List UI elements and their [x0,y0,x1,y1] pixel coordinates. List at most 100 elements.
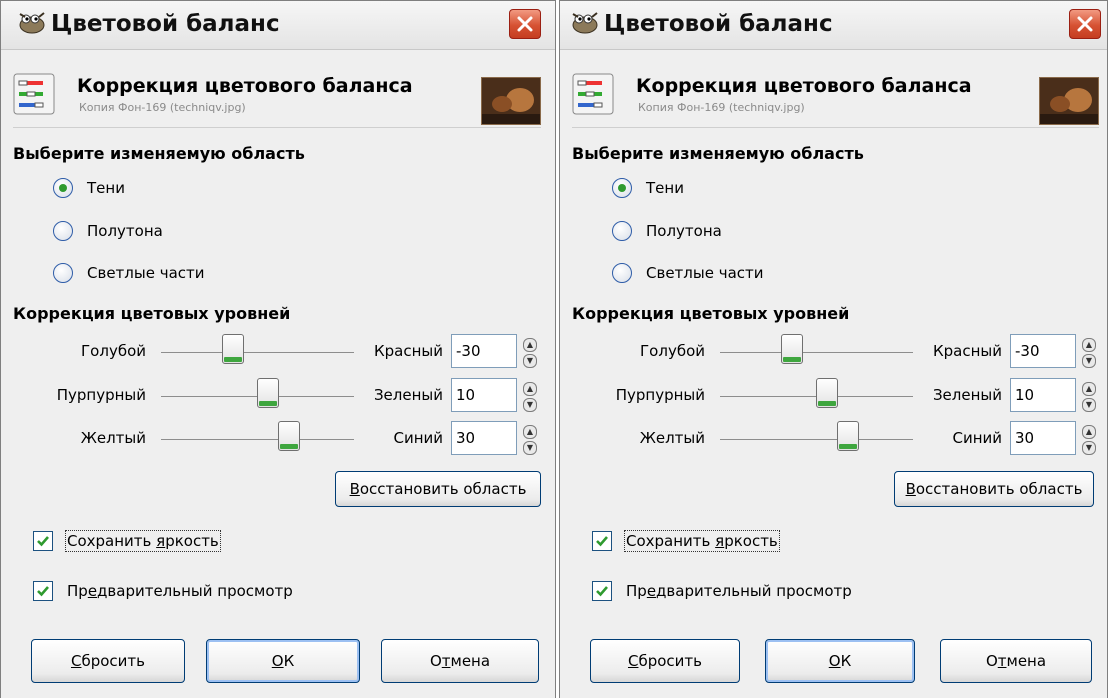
ok-button[interactable]: ОК [765,639,915,683]
close-button[interactable] [509,9,541,39]
radio-label: Полутона [646,222,722,240]
spin-down-icon[interactable]: ▼ [523,441,537,455]
radio-button[interactable] [53,221,73,241]
radio-button[interactable] [53,178,73,198]
level-left-label: Желтый [80,429,146,447]
reset-button[interactable]: Сбросить [31,639,185,683]
spin-down-icon[interactable]: ▼ [1082,398,1096,412]
level-value-input[interactable] [451,421,517,455]
header-title: Коррекция цветового баланса [77,75,413,97]
slider-handle[interactable] [222,334,244,364]
slider-track[interactable] [720,352,913,353]
level-value-input[interactable] [1010,378,1076,412]
slider-handle[interactable] [278,421,300,451]
cancel-button[interactable]: Отмена [940,639,1092,683]
level-value-input[interactable] [451,334,517,368]
level-left-label: Желтый [639,429,705,447]
dialog-header: Коррекция цветового баланса Копия Фон-16… [572,67,1099,128]
window-title: Цветовой баланс [604,11,833,37]
spin-down-icon[interactable]: ▼ [1082,354,1096,368]
cancel-button[interactable]: Отмена [381,639,539,683]
spin-buttons[interactable]: ▲ ▼ [1082,425,1096,455]
mnemonic: т [997,652,1007,670]
checkbox[interactable] [33,531,53,551]
section-levels-label: Коррекция цветовых уровней [13,304,291,323]
spin-up-icon[interactable]: ▲ [1082,425,1096,439]
button-label: мена [450,652,491,670]
level-left-label: Пурпурный [615,386,705,404]
spin-buttons[interactable]: ▲ ▼ [1082,382,1096,412]
close-button[interactable] [1069,9,1101,39]
slider-track[interactable] [161,352,354,353]
level-right-label: Синий [952,429,1002,447]
wilber-icon [572,12,598,34]
wilber-icon [19,12,45,34]
mnemonic: О [271,652,284,670]
radio-button[interactable] [612,263,632,283]
level-value-input[interactable] [1010,421,1076,455]
level-right-label: Красный [373,342,443,360]
level-right-label: Красный [932,342,1002,360]
label-part: дварительный просмотр [97,582,293,600]
image-thumbnail [481,77,541,125]
radio-label: Полутона [87,222,163,240]
level-row-cyan-red: Голубой Красный ▲▼ [1,334,555,370]
radio-button[interactable] [612,221,632,241]
checkbox-label: Предварительный просмотр [67,582,293,600]
checkbox[interactable] [592,581,612,601]
spin-up-icon[interactable]: ▲ [523,338,537,352]
reset-range-button[interactable]: Восстановить область [894,471,1094,507]
slider-track[interactable] [720,439,913,440]
mnemonic: В [349,480,360,498]
label-part: Пр [67,582,88,600]
spin-up-icon[interactable]: ▲ [523,425,537,439]
spin-down-icon[interactable]: ▼ [523,398,537,412]
label-part: Пр [626,582,647,600]
button-label: мена [1006,652,1047,670]
level-left-label: Голубой [81,342,146,360]
section-range-label: Выберите изменяемую область [13,144,305,163]
spin-buttons[interactable]: ▲ ▼ [1082,338,1096,368]
level-row-magenta-green: Пурпурный Зеленый ▲▼ [1,378,555,414]
reset-button[interactable]: Сбросить [590,639,740,683]
title-bar[interactable]: Цветовой баланс [1,1,555,50]
radio-label: Тени [87,179,125,197]
label-part: Сохранить [67,532,157,550]
spin-buttons[interactable]: ▲ ▼ [523,338,537,368]
spin-up-icon[interactable]: ▲ [523,382,537,396]
slider-handle[interactable] [816,378,838,408]
level-row-yellow-blue: Желтый Синий ▲▼ [560,421,1107,457]
section-range-label: Выберите изменяемую область [572,144,864,163]
slider-handle[interactable] [837,421,859,451]
level-value-input[interactable] [451,378,517,412]
check-icon [596,586,608,597]
spin-up-icon[interactable]: ▲ [1082,382,1096,396]
checkbox[interactable] [33,581,53,601]
level-value-input[interactable] [1010,334,1076,368]
ok-button[interactable]: ОК [206,639,360,683]
title-bar[interactable]: Цветовой баланс [560,1,1107,50]
reset-range-button[interactable]: Восстановить область [335,471,541,507]
spin-down-icon[interactable]: ▼ [523,354,537,368]
spin-up-icon[interactable]: ▲ [1082,338,1096,352]
level-row-yellow-blue: Желтый Синий ▲▼ [1,421,555,457]
level-row-magenta-green: Пурпурный Зеленый ▲▼ [560,378,1107,414]
label-part: Сохранить [626,532,716,550]
slider-handle[interactable] [781,334,803,364]
header-subtitle: Копия Фон-169 (techniqv.jpg) [79,101,246,114]
button-label: осстановить область [359,480,527,498]
window-title: Цветовой баланс [51,11,280,37]
checkbox[interactable] [592,531,612,551]
spin-buttons[interactable]: ▲ ▼ [523,425,537,455]
radio-button[interactable] [53,263,73,283]
spin-buttons[interactable]: ▲ ▼ [523,382,537,412]
spin-down-icon[interactable]: ▼ [1082,441,1096,455]
slider-track[interactable] [161,439,354,440]
level-right-label: Зеленый [373,386,443,404]
level-left-label: Голубой [640,342,705,360]
checkbox-label: Сохранить яркость [624,530,780,552]
color-balance-icon [572,73,614,115]
radio-button[interactable] [612,178,632,198]
slider-handle[interactable] [257,378,279,408]
check-icon [37,586,49,597]
